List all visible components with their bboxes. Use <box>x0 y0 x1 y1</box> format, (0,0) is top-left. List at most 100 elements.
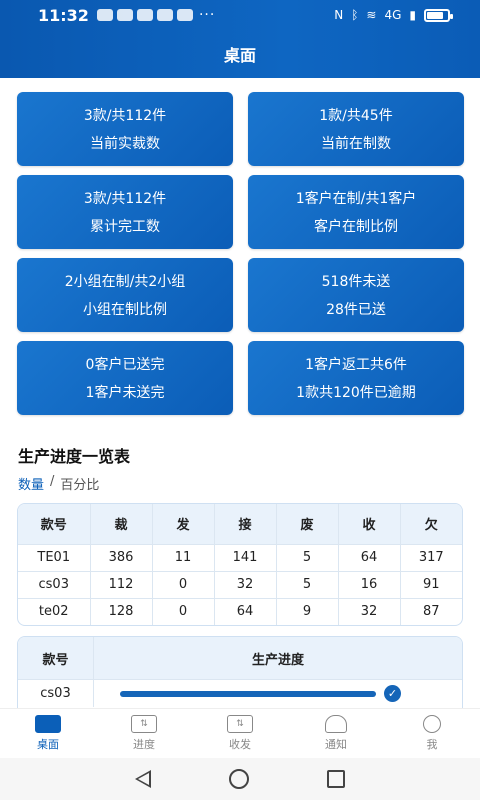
cell: 64 <box>338 543 401 571</box>
col-header-receive: 接 <box>214 504 277 544</box>
table-row[interactable]: TE01 386 11 141 5 64 317 <box>18 543 462 571</box>
col-header-collect: 收 <box>338 504 401 544</box>
cell: 32 <box>338 597 401 625</box>
view-toggle: 数量 / 百分比 <box>18 474 99 493</box>
cell: 16 <box>338 570 401 598</box>
card-current-cutting[interactable]: 3款/共112件 当前实裁数 <box>17 92 233 166</box>
cell: 0 <box>152 597 215 625</box>
section-title: 生产进度一览表 <box>18 447 131 466</box>
bluetooth-icon: ᛒ <box>351 8 359 22</box>
more-notifications-icon: ··· <box>198 7 216 23</box>
production-table: 款号 裁 发 接 废 收 欠 TE01 386 11 141 5 64 317 … <box>17 503 463 626</box>
progress-table-header: 款号 生产进度 <box>18 637 462 679</box>
status-bar: 11:32 ··· N ᛒ ≋ 4G ▮ <box>0 0 480 30</box>
nav-progress[interactable]: ⇅ 进度 <box>114 715 174 752</box>
profile-icon <box>423 715 441 733</box>
nav-label: 桌面 <box>37 738 59 751</box>
cell: 9 <box>276 597 339 625</box>
progress-cell: ✓ <box>94 680 462 707</box>
mail-notification-icon <box>116 9 133 21</box>
row-code: cs03 <box>18 680 94 707</box>
cell: 112 <box>90 570 153 598</box>
nav-desktop[interactable]: 桌面 <box>18 715 78 752</box>
status-time: 11:32 <box>38 5 89 25</box>
card-in-production[interactable]: 1款/共45件 当前在制数 <box>248 92 464 166</box>
status-right: N ᛒ ≋ 4G ▮ <box>334 8 453 22</box>
nav-profile[interactable]: 我 <box>402 715 462 752</box>
card-rework-overdue[interactable]: 1客户返工共6件 1款共120件已逾期 <box>248 341 464 415</box>
card-group-ratio[interactable]: 2小组在制/共2小组 小组在制比例 <box>17 258 233 332</box>
cell: 386 <box>90 543 153 571</box>
progress-track <box>120 691 376 697</box>
notification-icons <box>96 9 193 21</box>
nav-notifications[interactable]: 通知 <box>306 715 366 752</box>
col-header-owed: 欠 <box>400 504 462 544</box>
card-value: 2小组在制/共2小组 <box>64 274 186 290</box>
network-label: 4G <box>384 8 402 22</box>
cell: 141 <box>214 543 277 571</box>
col-header-waste: 废 <box>276 504 339 544</box>
card-value: 1客户返工共6件 <box>305 357 407 373</box>
nfc-icon: N <box>334 8 344 22</box>
nav-label: 我 <box>426 738 438 751</box>
card-value: 1款/共45件 <box>319 108 393 124</box>
cell: 91 <box>400 570 462 598</box>
back-icon[interactable] <box>135 770 151 788</box>
cell: 5 <box>276 543 339 571</box>
alert-notification-icon <box>176 9 193 21</box>
desktop-icon <box>35 715 61 733</box>
card-value: 0客户已送完 <box>85 357 165 373</box>
card-customer-delivery[interactable]: 0客户已送完 1客户未送完 <box>17 341 233 415</box>
progress-icon: ⇅ <box>131 715 157 733</box>
book-notification-icon <box>136 9 153 21</box>
wifi-icon: ≋ <box>366 8 377 22</box>
table-row[interactable]: cs03 112 0 32 5 16 91 <box>18 570 462 598</box>
cell: 32 <box>214 570 277 598</box>
toggle-separator: / <box>50 474 55 489</box>
nav-transfer[interactable]: ⇅ 收发 <box>210 715 270 752</box>
cell: TE01 <box>18 543 91 571</box>
bottom-nav: 桌面 ⇅ 进度 ⇅ 收发 通知 我 <box>0 708 480 758</box>
nav-label: 进度 <box>133 738 155 751</box>
card-label: 1客户未送完 <box>85 385 165 401</box>
card-label: 28件已送 <box>326 302 386 318</box>
card-value: 3款/共112件 <box>83 191 167 207</box>
col-header-code: 款号 <box>18 637 94 679</box>
card-label: 当前实裁数 <box>90 136 160 152</box>
toggle-quantity[interactable]: 数量 <box>18 474 44 493</box>
col-header-cut: 裁 <box>90 504 153 544</box>
cell: 11 <box>152 543 215 571</box>
cell: 64 <box>214 597 277 625</box>
toggle-percentage[interactable]: 百分比 <box>60 474 99 493</box>
cell: te02 <box>18 597 91 625</box>
col-header-issue: 发 <box>152 504 215 544</box>
card-label: 累计完工数 <box>90 219 160 235</box>
battery-fill <box>427 11 443 19</box>
card-customer-ratio[interactable]: 1客户在制/共1客户 客户在制比例 <box>248 175 464 249</box>
app-notification-icon <box>96 9 113 21</box>
battery-icon <box>424 8 453 22</box>
cell: 5 <box>276 570 339 598</box>
message-notification-icon <box>156 9 173 21</box>
card-label: 小组在制比例 <box>83 302 167 318</box>
page-title: 桌面 <box>223 46 256 65</box>
cell: cs03 <box>18 570 91 598</box>
table-row[interactable]: cs03 ✓ <box>18 679 462 707</box>
progress-table: 款号 生产进度 cs03 ✓ <box>17 636 463 708</box>
card-completed[interactable]: 3款/共112件 累计完工数 <box>17 175 233 249</box>
recent-apps-icon[interactable] <box>327 770 345 788</box>
bell-icon <box>325 715 347 733</box>
table-row[interactable]: te02 128 0 64 9 32 87 <box>18 597 462 625</box>
card-value: 3款/共112件 <box>83 108 167 124</box>
app-header: 11:32 ··· N ᛒ ≋ 4G ▮ 桌面 <box>0 0 480 78</box>
stat-cards: 3款/共112件 当前实裁数 1款/共45件 当前在制数 3款/共112件 累计… <box>17 92 464 415</box>
cell: 87 <box>400 597 462 625</box>
cell: 317 <box>400 543 462 571</box>
card-delivery[interactable]: 518件未送 28件已送 <box>248 258 464 332</box>
nav-label: 收发 <box>229 738 251 751</box>
transfer-icon: ⇅ <box>227 715 253 733</box>
home-icon[interactable] <box>229 769 249 789</box>
system-nav-bar <box>0 758 480 800</box>
card-value: 1客户在制/共1客户 <box>295 191 417 207</box>
col-header-progress: 生产进度 <box>251 652 304 668</box>
